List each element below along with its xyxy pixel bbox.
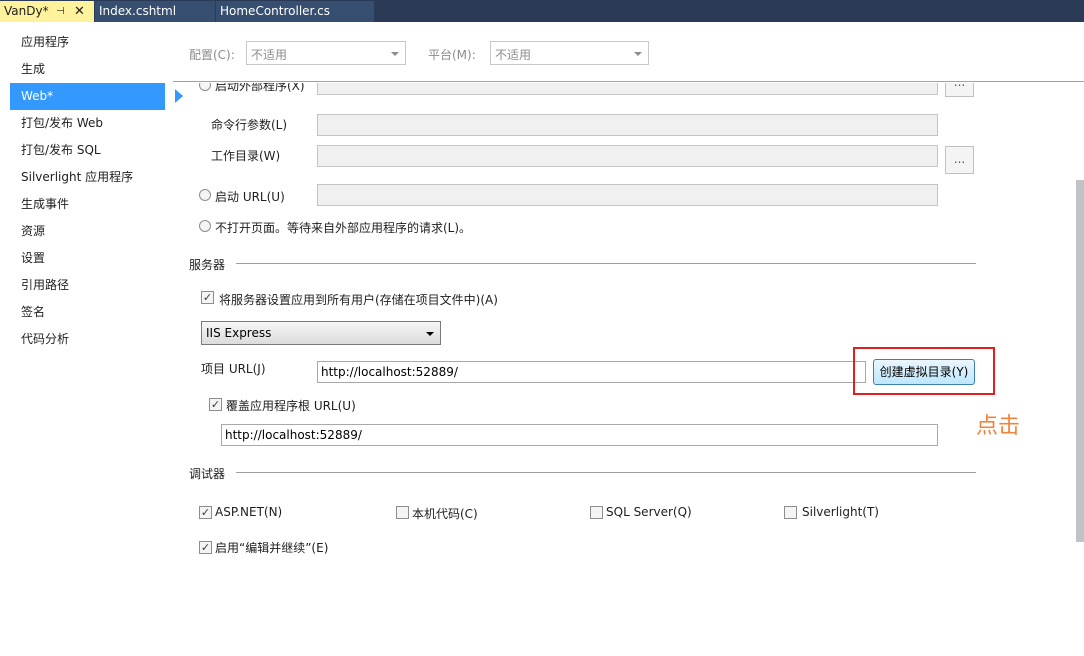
sql-server-checkbox[interactable] [590,506,603,519]
sidebar-item-resources[interactable]: 资源 [10,218,165,245]
start-url-label: 启动 URL(U) [215,190,285,204]
radio-start-url[interactable] [199,189,211,201]
cmd-args-label: 命令行参数(L) [211,118,288,132]
radio-external-program[interactable] [199,83,211,91]
silverlight-label: Silverlight(T) [802,505,879,519]
apply-all-label: 将服务器设置应用到所有用户(存储在项目文件中)(A) [219,293,498,307]
sidebar-item-label: Silverlight 应用程序 [21,170,134,184]
override-root-input[interactable]: http://localhost:52889/ [221,424,938,446]
section-divider [236,263,976,264]
override-root-label: 覆盖应用程序根 URL(U) [226,399,356,413]
sidebar-item-label: 引用路径 [21,278,70,292]
sidebar-item-label: 打包/发布 Web [21,116,104,130]
sidebar-item-label: 代码分析 [21,332,70,346]
close-icon[interactable]: ✕ [74,1,85,22]
sidebar-item-label: 生成 [21,62,46,76]
external-browse-button[interactable]: ... [945,83,974,97]
server-type-value: IIS Express [206,326,272,340]
sidebar-item-package-sql[interactable]: 打包/发布 SQL [10,137,165,164]
chevron-down-icon [634,52,642,56]
project-url-label: 项目 URL(J) [201,362,266,376]
platform-dropdown[interactable]: 不适用 [490,41,649,65]
sidebar-item-label: Web* [21,89,54,103]
native-code-label: 本机代码(C) [412,507,478,521]
edit-continue-label: 启用“编辑并继续”(E) [215,541,329,555]
apply-all-checkbox[interactable]: ✓ [201,291,214,304]
tab-index-cshtml[interactable]: Index.cshtml [95,1,215,22]
workdir-input[interactable] [317,145,938,167]
section-divider [236,472,976,473]
sidebar-item-web[interactable]: Web* [10,83,183,110]
clipped-row: 启动外部程序(X) ... [173,83,1076,97]
sidebar-item-settings[interactable]: 设置 [10,245,165,272]
config-value: 不适用 [251,48,288,62]
tab-label: Index.cshtml [99,4,177,18]
project-url-input[interactable]: http://localhost:52889/ [317,361,866,383]
sidebar-item-silverlight[interactable]: Silverlight 应用程序 [10,164,165,191]
sidebar-item-signing[interactable]: 签名 [10,299,165,326]
chevron-down-icon [391,52,399,56]
sidebar-item-label: 应用程序 [21,35,70,49]
servers-section-title: 服务器 [189,258,226,272]
tab-vandy[interactable]: VanDy* ⊣ ✕ [0,1,94,22]
silverlight-checkbox[interactable] [784,506,797,519]
property-pages-sidebar: 应用程序 生成 Web* 打包/发布 Web 打包/发布 SQL Silverl… [0,22,183,656]
sidebar-item-reference-paths[interactable]: 引用路径 [10,272,165,299]
workdir-browse-button[interactable]: ... [945,146,974,174]
external-program-label: 启动外部程序(X) [215,83,305,93]
edit-continue-checkbox[interactable]: ✓ [199,541,212,554]
no-open-label: 不打开页面。等待来自外部应用程序的请求(L)。 [215,221,472,235]
override-root-checkbox[interactable]: ✓ [209,398,222,411]
sidebar-item-label: 资源 [21,224,46,238]
workdir-label: 工作目录(W) [211,149,281,163]
sidebar-item-label: 签名 [21,305,46,319]
platform-label: 平台(M): [428,48,476,62]
sidebar-item-code-analysis[interactable]: 代码分析 [10,326,165,353]
tab-label: HomeController.cs [220,4,331,18]
sidebar-item-package-web[interactable]: 打包/发布 Web [10,110,165,137]
debuggers-section-title: 调试器 [189,467,226,481]
sidebar-item-label: 设置 [21,251,46,265]
sidebar-item-build-events[interactable]: 生成事件 [10,191,165,218]
aspnet-label: ASP.NET(N) [215,505,283,519]
sidebar-item-label: 生成事件 [21,197,70,211]
create-virtual-directory-button[interactable]: 创建虚拟目录(Y) [873,359,975,385]
start-url-input[interactable] [317,184,938,206]
platform-value: 不适用 [495,48,532,62]
native-code-checkbox[interactable] [396,506,409,519]
cmd-args-input[interactable] [317,114,938,136]
aspnet-checkbox[interactable]: ✓ [199,506,212,519]
config-label: 配置(C): [189,48,235,62]
sidebar-item-build[interactable]: 生成 [10,56,165,83]
tab-homecontroller[interactable]: HomeController.cs [216,1,374,22]
sidebar-item-label: 打包/发布 SQL [21,143,101,157]
tab-label: VanDy* [4,4,49,18]
chevron-down-icon [426,332,434,336]
radio-no-open[interactable] [199,220,211,232]
click-annotation: 点击 [976,414,1021,439]
vertical-scrollbar[interactable] [1076,180,1084,542]
external-program-input[interactable] [317,83,938,95]
config-dropdown[interactable]: 不适用 [246,41,406,65]
pin-icon[interactable]: ⊣ [56,1,65,22]
sql-server-label: SQL Server(Q) [606,505,692,519]
sidebar-item-application[interactable]: 应用程序 [10,29,165,56]
document-tab-strip: VanDy* ⊣ ✕ Index.cshtml HomeController.c… [0,0,1084,22]
server-type-dropdown[interactable]: IIS Express [201,321,441,345]
